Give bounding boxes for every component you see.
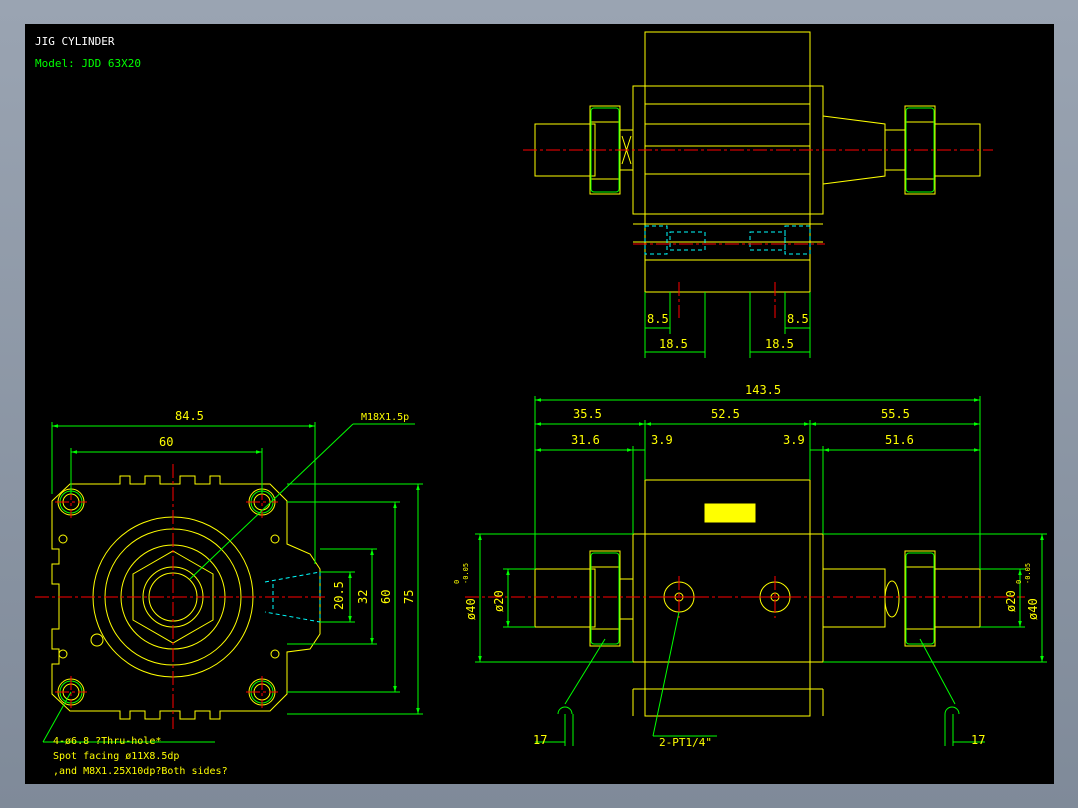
port-label: 2-PT1/4" [659,736,712,749]
dim-h-60: 60 [379,590,393,604]
front-view-dims [42,422,423,743]
dim-h-75: 75 [402,590,416,604]
dim-dia-left-outer: ø40 [464,598,478,620]
dim-dia-right-outer: ø40 [1026,598,1040,620]
dim-top-d: 18.5 [765,337,794,351]
dim-top-c: 18.5 [659,337,688,351]
dim-h-32: 32 [356,590,370,604]
dim-seg1: 35.5 [573,407,602,421]
drawing-model: Model: JDD 63X20 [35,57,141,70]
top-view-hidden [644,225,811,255]
hole-note-2: Spot facing ø11X8.5dp [53,751,179,762]
side-view-nut-green [590,552,935,645]
window-frame: JIG CYLINDER Model: JDD 63X20 8.5 8.5 18… [0,0,1078,808]
dim-top-b: 8.5 [787,312,809,326]
drawing-title: JIG CYLINDER [35,35,115,48]
side-view-centerlines [465,576,1025,618]
top-view [534,31,981,293]
tol-right-sup: 0 [1015,580,1023,584]
hole-note-3: ,and M8X1.25X10dp?Both sides? [53,766,228,777]
tol-left-sub: -0.05 [462,563,470,584]
tol-right-sub: -0.05 [1024,563,1032,584]
dim-wrench-right: 17 [971,733,985,747]
dim-width-inner: 60 [159,435,173,449]
cad-canvas[interactable]: JIG CYLINDER Model: JDD 63X20 8.5 8.5 18… [25,24,1054,784]
dim-top-a: 8.5 [647,312,669,326]
top-view-centerlines [523,149,993,318]
dim-dia-left-inner: ø20 [492,590,506,612]
dim-wrench-left: 17 [533,733,547,747]
dim-seg2: 52.5 [711,407,740,421]
thread-label: M18X1.5p [361,412,409,423]
dim-sub3: 3.9 [783,433,805,447]
dim-h-20-5: 20.5 [332,581,346,610]
dim-sub1: 31.6 [571,433,600,447]
dim-seg3: 55.5 [881,407,910,421]
hole-note-1: 4-ø6.8 ?Thru-hole* [53,736,161,747]
tol-left-sup: 0 [453,580,461,584]
dim-sub4: 51.6 [885,433,914,447]
drawing-svg: JIG CYLINDER Model: JDD 63X20 8.5 8.5 18… [35,31,1047,777]
dim-total: 143.5 [745,383,781,397]
dim-width-outer: 84.5 [175,409,204,423]
dim-sub2: 3.9 [651,433,673,447]
dim-dia-right-inner: ø20 [1004,590,1018,612]
side-view-dims [475,396,1047,746]
side-view [534,479,981,717]
